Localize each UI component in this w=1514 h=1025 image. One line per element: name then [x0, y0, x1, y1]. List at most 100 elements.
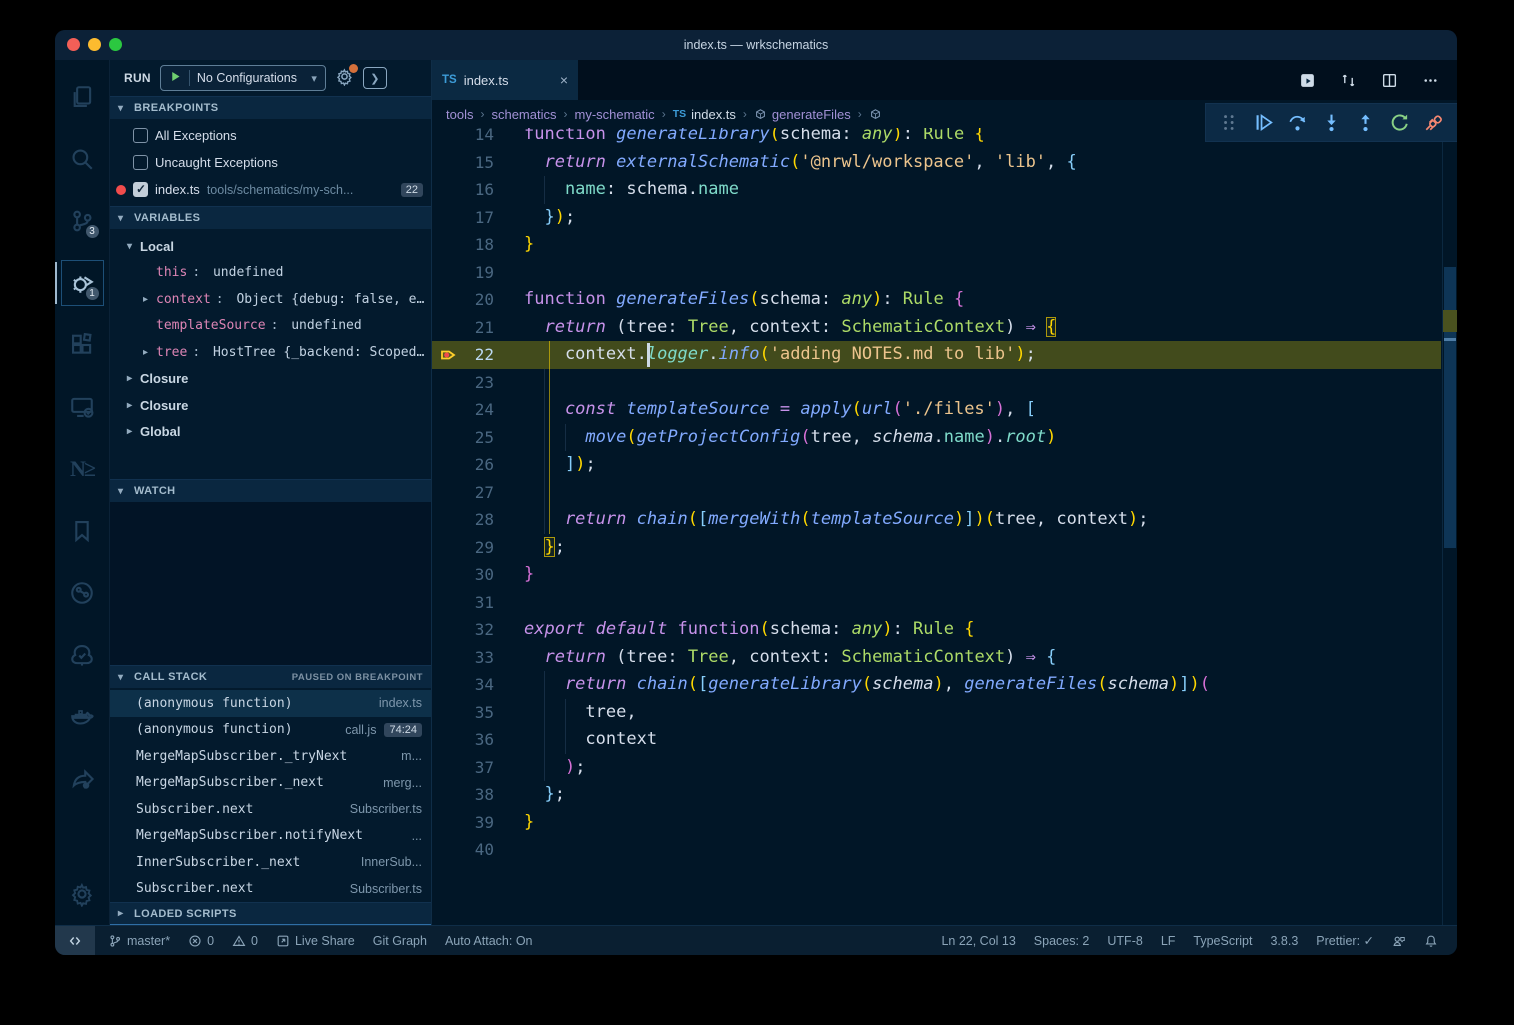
launch-configuration-dropdown[interactable]: No Configurations ▾: [160, 65, 326, 91]
breadcrumb-item[interactable]: TSindex.ts: [673, 107, 736, 122]
code-line-39[interactable]: 39}: [432, 809, 1441, 837]
activity-bar-bookmarks-icon[interactable]: [55, 500, 110, 562]
tab-index-ts[interactable]: TS index.ts ×: [432, 60, 578, 100]
current-statement-breakpoint-icon[interactable]: [440, 346, 458, 364]
variable-row[interactable]: this: undefined: [110, 260, 431, 287]
start-debug-icon[interactable]: [169, 70, 182, 86]
compare-changes-icon[interactable]: [1340, 72, 1357, 89]
activity-bar-git-graph-icon[interactable]: [55, 562, 110, 624]
line-number[interactable]: 28: [432, 506, 494, 534]
breadcrumb-item[interactable]: tools: [446, 107, 473, 122]
activity-bar-explorer-icon[interactable]: [55, 66, 110, 128]
code-line-22[interactable]: 22 context.logger.info('adding NOTES.md …: [432, 341, 1441, 369]
activity-bar-search-icon[interactable]: [55, 128, 110, 190]
code-line-17[interactable]: 17 });: [432, 204, 1441, 232]
call-stack-frame[interactable]: MergeMapSubscriber.notifyNext...: [110, 823, 431, 850]
code-line-25[interactable]: 25 move(getProjectConfig(tree, schema.na…: [432, 424, 1441, 452]
code-line-29[interactable]: 29 };: [432, 534, 1441, 562]
activity-bar-run-and-debug-icon[interactable]: 1: [55, 252, 110, 314]
activity-bar-extensions-icon[interactable]: [55, 314, 110, 376]
call-stack-frame[interactable]: MergeMapSubscriber._nextmerg...: [110, 770, 431, 797]
call-stack-frame[interactable]: MergeMapSubscriber._tryNextm...: [110, 743, 431, 770]
code-line-33[interactable]: 33 return (tree: Tree, context: Schemati…: [432, 644, 1441, 672]
status-feedback[interactable]: [1383, 926, 1415, 955]
line-number[interactable]: 30: [432, 561, 494, 589]
code-line-34[interactable]: 34 return chain([generateLibrary(schema)…: [432, 671, 1441, 699]
status-prettier[interactable]: Prettier: ✓: [1307, 926, 1383, 955]
variables-section-header[interactable]: ▾ VARIABLES: [110, 206, 431, 229]
line-number[interactable]: 21: [432, 314, 494, 342]
debug-console-button[interactable]: ❯: [363, 67, 387, 89]
activity-bar-docker-icon[interactable]: [55, 686, 110, 748]
code-line-36[interactable]: 36 context: [432, 726, 1441, 754]
breakpoint-row[interactable]: All Exceptions: [110, 122, 431, 149]
overview-ruler-scrollbar[interactable]: [1442, 128, 1457, 925]
drag-handle[interactable]: [1219, 112, 1240, 133]
line-number[interactable]: 40: [432, 836, 494, 864]
variable-row[interactable]: ▸tree: HostTree {_backend: ScopedH…: [110, 339, 431, 366]
window-controls[interactable]: [67, 38, 122, 51]
status-errors[interactable]: 0: [179, 926, 223, 955]
code-line-27[interactable]: 27: [432, 479, 1441, 507]
code-line-16[interactable]: 16 name: schema.name: [432, 176, 1441, 204]
line-number[interactable]: 37: [432, 754, 494, 782]
line-number[interactable]: 38: [432, 781, 494, 809]
variables-scope-row[interactable]: ▸Closure: [110, 392, 431, 419]
code-line-15[interactable]: 15 return externalSchematic('@nrwl/works…: [432, 149, 1441, 177]
variable-row[interactable]: ▸context: Object {debug: false, en…: [110, 286, 431, 313]
line-number[interactable]: 27: [432, 479, 494, 507]
code-line-20[interactable]: 20function generateFiles(schema: any): R…: [432, 286, 1441, 314]
close-tab-icon[interactable]: ×: [560, 72, 568, 88]
status-ts-version[interactable]: 3.8.3: [1261, 926, 1307, 955]
split-editor-icon[interactable]: [1381, 72, 1398, 89]
status-live-share[interactable]: Live Share: [267, 926, 364, 955]
disconnect-button[interactable]: [1423, 112, 1444, 133]
line-number[interactable]: 18: [432, 231, 494, 259]
activity-bar-source-control-icon[interactable]: 3: [55, 190, 110, 252]
zoom-window-button[interactable]: [109, 38, 122, 51]
call-stack-frame[interactable]: Subscriber.nextSubscriber.ts: [110, 876, 431, 903]
open-changes-icon[interactable]: [1299, 72, 1316, 89]
line-number[interactable]: 16: [432, 176, 494, 204]
breakpoints-section-header[interactable]: ▾ BREAKPOINTS: [110, 96, 431, 119]
more-actions-icon[interactable]: [1422, 72, 1439, 89]
code-line-28[interactable]: 28 return chain([mergeWith(templateSourc…: [432, 506, 1441, 534]
restart-button[interactable]: [1389, 112, 1410, 133]
call-stack-section-header[interactable]: ▾ CALL STACK PAUSED ON BREAKPOINT: [110, 665, 431, 688]
step-out-button[interactable]: [1355, 112, 1376, 133]
loaded-scripts-section-header[interactable]: ▸ LOADED SCRIPTS: [110, 902, 431, 925]
call-stack-frame[interactable]: (anonymous function)index.ts: [110, 690, 431, 717]
title-bar[interactable]: index.ts — wrkschematics: [55, 30, 1457, 60]
variable-row[interactable]: templateSource: undefined: [110, 313, 431, 340]
close-window-button[interactable]: [67, 38, 80, 51]
call-stack-frame[interactable]: InnerSubscriber._nextInnerSub...: [110, 849, 431, 876]
breakpoint-checkbox[interactable]: [133, 128, 148, 143]
line-number[interactable]: 17: [432, 204, 494, 232]
breadcrumb-item[interactable]: schematics: [491, 107, 556, 122]
line-number[interactable]: 32: [432, 616, 494, 644]
status-language-mode[interactable]: TypeScript: [1184, 926, 1261, 955]
code-line-18[interactable]: 18}: [432, 231, 1441, 259]
line-number[interactable]: 39: [432, 809, 494, 837]
step-into-button[interactable]: [1321, 112, 1342, 133]
line-number[interactable]: 23: [432, 369, 494, 397]
line-number[interactable]: 26: [432, 451, 494, 479]
continue-button[interactable]: [1253, 112, 1274, 133]
code-editor[interactable]: 14function generateLibrary(schema: any):…: [432, 128, 1457, 925]
status-cursor-position[interactable]: Ln 22, Col 13: [932, 926, 1024, 955]
activity-bar-nx-console-icon[interactable]: N≥: [55, 438, 110, 500]
code-line-37[interactable]: 37 );: [432, 754, 1441, 782]
activity-bar-manage-icon[interactable]: [55, 863, 110, 925]
status-warnings[interactable]: 0: [223, 926, 267, 955]
code-line-38[interactable]: 38 };: [432, 781, 1441, 809]
status-git-graph[interactable]: Git Graph: [364, 926, 436, 955]
code-line-21[interactable]: 21 return (tree: Tree, context: Schemati…: [432, 314, 1441, 342]
line-number[interactable]: 31: [432, 589, 494, 617]
line-number[interactable]: 29: [432, 534, 494, 562]
breakpoint-checkbox[interactable]: [133, 182, 148, 197]
line-number[interactable]: 20: [432, 286, 494, 314]
breadcrumb-item[interactable]: generateFiles: [754, 107, 851, 122]
activity-bar-testing-icon[interactable]: [55, 624, 110, 686]
variables-scope-row[interactable]: ▸Global: [110, 419, 431, 446]
activity-bar-remote-explorer-icon[interactable]: [55, 376, 110, 438]
